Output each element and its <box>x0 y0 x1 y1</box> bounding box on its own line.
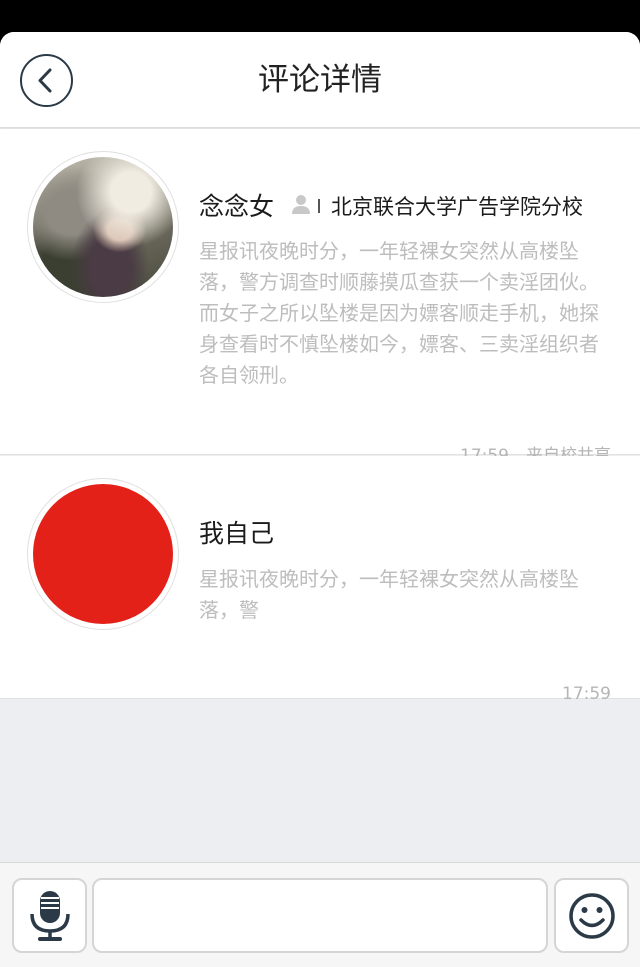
commenter-name[interactable]: 我自己 <box>199 514 274 550</box>
avatar-placeholder <box>33 484 173 624</box>
comment-item: 念念女 北京联合大学广告学院分校 星报讯夜晚时分，一年轻裸女突然从高楼坠落，警方… <box>0 129 640 466</box>
microphone-icon <box>30 891 70 941</box>
page-title: 评论详情 <box>258 62 382 98</box>
comment-text: 星报讯夜晚时分，一年轻裸女突然从高楼坠落，警方调查时顺藤摸瓜查获一个卖淫团伙。而… <box>199 239 599 387</box>
comment-meta: 17:59 <box>562 684 611 704</box>
comment-text: 星报讯夜晚时分，一年轻裸女突然从高楼坠落，警 <box>199 567 579 622</box>
comment-item: 我自己 星报讯夜晚时分，一年轻裸女突然从高楼坠落，警 17:59 <box>0 456 640 704</box>
message-input[interactable] <box>92 878 548 953</box>
chevron-left-icon <box>38 68 52 93</box>
commenter-name[interactable]: 念念女 <box>199 187 274 223</box>
input-bar <box>0 862 640 967</box>
avatar-photo <box>33 157 173 297</box>
separator <box>318 199 320 213</box>
avatar[interactable] <box>27 151 179 303</box>
comment-detail-screen: 评论详情 念念女 北京联合大学广告学院分校 星报讯夜晚时分，一年轻裸女突然从高楼… <box>0 32 640 967</box>
emoji-button[interactable] <box>554 878 629 953</box>
smiley-icon <box>569 893 615 939</box>
school-name[interactable]: 北京联合大学广告学院分校 <box>331 191 583 221</box>
person-icon <box>292 195 310 214</box>
voice-button[interactable] <box>12 878 87 953</box>
header-bar: 评论详情 <box>0 32 640 128</box>
back-button[interactable] <box>20 54 73 107</box>
avatar[interactable] <box>27 478 179 630</box>
